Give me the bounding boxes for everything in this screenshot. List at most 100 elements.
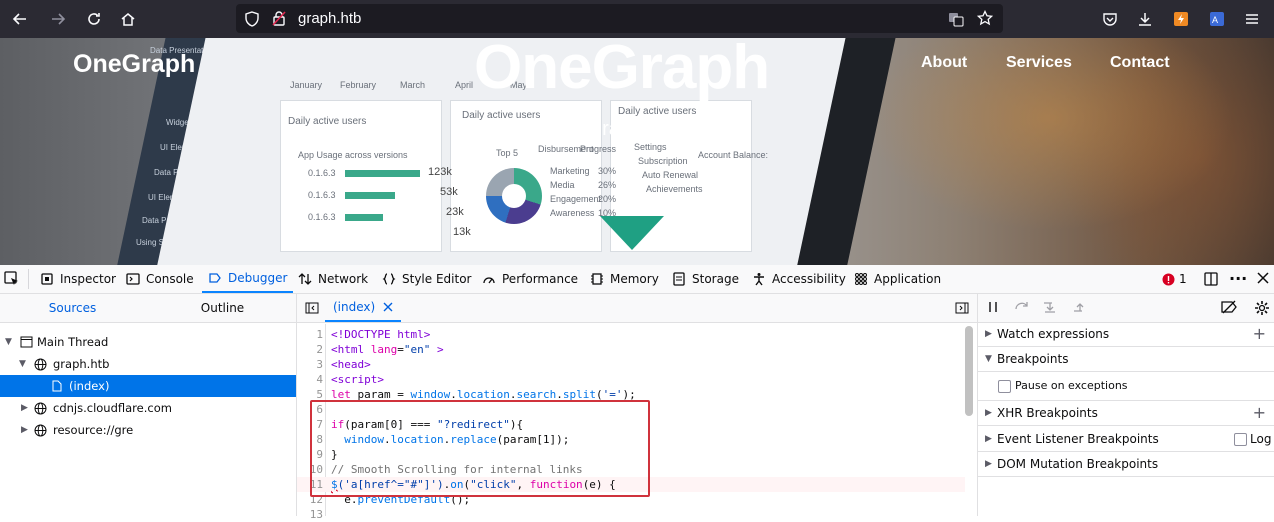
log-checkbox[interactable] <box>1234 433 1247 446</box>
screen-text: 53k <box>440 186 458 198</box>
svg-text:A: A <box>1212 15 1218 25</box>
url-text[interactable]: graph.htb <box>298 10 361 27</box>
tab-label: Accessibility <box>772 272 846 286</box>
close-devtools-icon[interactable] <box>1256 271 1270 288</box>
screen-text: January <box>290 80 323 90</box>
translate-extension-icon[interactable]: A <box>1205 7 1229 31</box>
tab-sources[interactable]: Sources <box>0 294 145 322</box>
toggle-sources-icon[interactable] <box>305 301 319 318</box>
tab-inspector[interactable]: Inspector <box>40 265 116 293</box>
deactivate-breakpoints-icon[interactable] <box>1220 300 1238 317</box>
console-icon <box>126 273 140 285</box>
xhr-breakpoints-header[interactable]: ▶ XHR Breakpoints + <box>978 401 1274 426</box>
storage-icon <box>673 272 685 286</box>
editor-scrollbar[interactable] <box>965 326 973 416</box>
forward-icon[interactable] <box>46 7 70 31</box>
tab-network[interactable]: Network <box>298 265 368 293</box>
translate-icon[interactable] <box>948 11 964 30</box>
tab-label: Performance <box>502 272 579 286</box>
pause-on-exceptions-label: Pause on exceptions <box>1015 379 1128 392</box>
home-icon[interactable] <box>116 7 140 31</box>
pause-icon[interactable] <box>986 300 1000 317</box>
close-tab-icon[interactable] <box>383 302 393 312</box>
add-watch-icon[interactable]: + <box>1253 322 1266 346</box>
add-xhr-breakpoint-icon[interactable]: + <box>1253 401 1266 425</box>
log-label: Log <box>1250 432 1272 446</box>
watch-expressions-header[interactable]: ▶ Watch expressions + <box>978 322 1274 347</box>
tab-debugger[interactable]: Debugger <box>202 265 294 293</box>
pause-on-exceptions-row[interactable]: Pause on exceptions <box>978 372 1274 401</box>
reload-icon[interactable] <box>82 7 106 31</box>
hero-subtitle: Create Graph with ease <box>521 118 733 140</box>
more-options-icon[interactable]: ··· <box>1229 269 1247 288</box>
screen-text: Media <box>550 180 575 190</box>
screen-text: 0.1.6.3 <box>308 168 336 178</box>
code-line: 13 <box>309 508 323 521</box>
tab-application[interactable]: Application <box>854 265 941 293</box>
tab-performance[interactable]: Performance <box>482 265 578 293</box>
nav-services-link[interactable]: Services <box>1006 54 1072 72</box>
screen-text: Top 5 <box>496 148 519 158</box>
performance-icon <box>483 277 495 284</box>
tab-label: Application <box>874 272 942 286</box>
tree-item-graph-htb[interactable]: ▼ graph.htb <box>0 353 296 375</box>
shield-icon[interactable] <box>244 11 260 30</box>
screen-text: April <box>455 80 474 90</box>
tree-label: cdnjs.cloudflare.com <box>53 401 172 415</box>
dock-side-icon[interactable] <box>1203 271 1219 290</box>
pocket-icon[interactable] <box>1098 7 1122 31</box>
sources-panel: Sources Outline ▼ Main Thread ▼ graph.ht… <box>0 294 297 516</box>
back-icon[interactable] <box>8 7 32 31</box>
breakpoints-header[interactable]: ▼ Breakpoints <box>978 347 1274 372</box>
tab-style-editor[interactable]: Style Editor <box>382 265 471 293</box>
tab-label: Storage <box>692 272 739 286</box>
tree-item-resource-gre[interactable]: ▶ resource://gre <box>0 419 296 441</box>
tab-label: Inspector <box>60 272 116 286</box>
tab-label: Network <box>318 272 369 286</box>
screen-bar <box>345 214 383 221</box>
site-brand-link[interactable]: OneGraph <box>73 50 195 79</box>
tab-memory[interactable]: Memory <box>590 265 659 293</box>
source-editor: (index) 1 <!DOCTYPE html> 2 <html lang="en… <box>297 294 978 521</box>
settings-gear-icon[interactable] <box>1254 300 1270 319</box>
error-count-badge[interactable]: 1 <box>1162 272 1187 286</box>
screen-text: Auto Renewal <box>642 170 699 180</box>
step-in-icon[interactable] <box>1042 300 1058 317</box>
menu-icon[interactable] <box>1240 7 1264 31</box>
collapsed-arrow-icon: ▶ <box>985 329 992 339</box>
code-area[interactable]: 1 <!DOCTYPE html> 2 <html lang="en" > 3 <he… <box>297 324 977 521</box>
extension-icon[interactable] <box>1169 7 1193 31</box>
tree-item-cdnjs[interactable]: ▶ cdnjs.cloudflare.com <box>0 397 296 419</box>
editor-tab-index[interactable]: (index) <box>325 294 402 322</box>
step-over-icon[interactable] <box>1014 300 1030 317</box>
screen-text: App Usage across versions <box>298 150 408 160</box>
event-listener-breakpoints-header[interactable]: ▶ Event Listener Breakpoints Log <box>978 427 1274 452</box>
tree-item-main-thread[interactable]: ▼ Main Thread <box>0 331 296 353</box>
tab-outline[interactable]: Outline <box>150 294 295 322</box>
downloads-icon[interactable] <box>1133 7 1157 31</box>
tab-storage[interactable]: Storage <box>672 265 739 293</box>
section-label: Event Listener Breakpoints <box>997 432 1159 446</box>
tab-label: Style Editor <box>402 272 472 286</box>
debugger-command-bar <box>978 294 1274 323</box>
bookmark-star-icon[interactable] <box>976 9 994 29</box>
insecure-lock-icon[interactable] <box>272 10 286 29</box>
step-out-icon[interactable] <box>1072 300 1088 317</box>
tab-console[interactable]: Console <box>126 265 194 293</box>
error-count: 1 <box>1179 272 1187 286</box>
url-bar[interactable]: graph.htb <box>236 4 1003 33</box>
code-line: 2 <html lang="en" > <box>316 343 444 356</box>
screen-text: 30% <box>598 166 617 176</box>
nav-about-link[interactable]: About <box>921 54 967 72</box>
screen-text: Engagement <box>550 194 602 204</box>
toggle-breakpoints-panel-icon[interactable] <box>955 301 969 318</box>
nav-contact-link[interactable]: Contact <box>1110 54 1170 72</box>
screen-text: 123k <box>428 166 452 178</box>
code-line: 3 <head> <box>316 358 371 371</box>
tree-item-index[interactable]: (index) <box>0 375 296 397</box>
dom-mutation-breakpoints-header[interactable]: ▶ DOM Mutation Breakpoints <box>978 452 1274 477</box>
scroll-down-arrow-icon[interactable] <box>600 216 664 250</box>
pause-on-exceptions-checkbox[interactable] <box>998 380 1011 393</box>
tab-accessibility[interactable]: Accessibility <box>752 265 846 293</box>
element-picker-icon[interactable] <box>4 271 20 290</box>
